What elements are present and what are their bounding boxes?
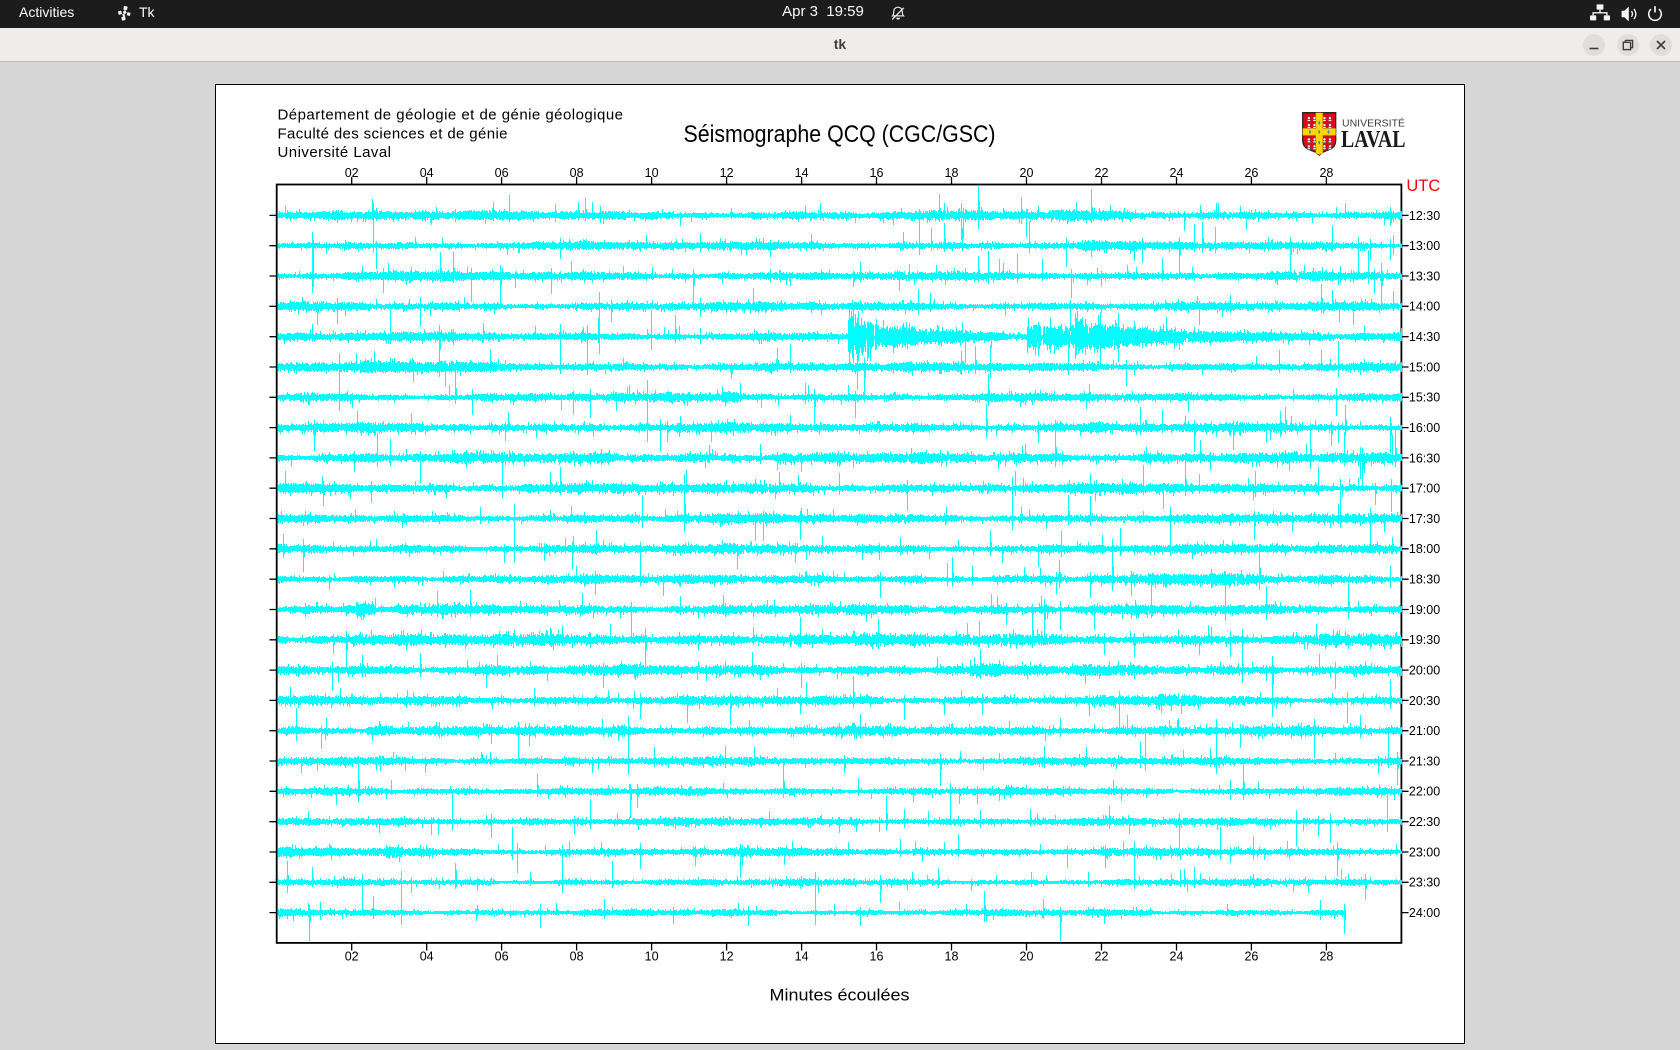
svg-text:28: 28 — [1319, 950, 1333, 964]
svg-text:12: 12 — [720, 950, 734, 964]
svg-text:22:00: 22:00 — [1409, 785, 1440, 799]
svg-text:06: 06 — [495, 166, 509, 180]
svg-text:10: 10 — [645, 950, 659, 964]
svg-text:02: 02 — [345, 950, 359, 964]
svg-text:22:30: 22:30 — [1409, 815, 1440, 829]
svg-text:13:30: 13:30 — [1409, 269, 1440, 283]
svg-text:20: 20 — [1020, 166, 1034, 180]
svg-text:Faculté des sciences et de gén: Faculté des sciences et de génie — [278, 125, 508, 142]
svg-text:18: 18 — [945, 950, 959, 964]
svg-text:16: 16 — [870, 950, 884, 964]
svg-text:28: 28 — [1319, 166, 1333, 180]
svg-text:23:00: 23:00 — [1409, 845, 1440, 859]
svg-text:21:30: 21:30 — [1409, 754, 1440, 768]
svg-text:18:00: 18:00 — [1409, 542, 1440, 556]
svg-text:Séismographe QCQ (CGC/GSC): Séismographe QCQ (CGC/GSC) — [684, 121, 996, 148]
svg-text:14:00: 14:00 — [1409, 300, 1440, 314]
svg-text:16:30: 16:30 — [1409, 451, 1440, 465]
svg-text:20: 20 — [1020, 950, 1034, 964]
svg-text:18:30: 18:30 — [1409, 573, 1440, 587]
svg-text:19:00: 19:00 — [1409, 603, 1440, 617]
svg-text:24: 24 — [1170, 166, 1184, 180]
svg-text:02: 02 — [345, 166, 359, 180]
svg-text:20:30: 20:30 — [1409, 694, 1440, 708]
svg-text:16: 16 — [870, 166, 884, 180]
svg-text:17:00: 17:00 — [1409, 482, 1440, 496]
svg-text:16:00: 16:00 — [1409, 421, 1440, 435]
svg-text:24:00: 24:00 — [1409, 906, 1440, 920]
svg-text:23:30: 23:30 — [1409, 876, 1440, 890]
svg-text:18: 18 — [945, 166, 959, 180]
svg-text:10: 10 — [645, 166, 659, 180]
svg-text:06: 06 — [495, 950, 509, 964]
svg-text:12: 12 — [720, 166, 734, 180]
svg-text:14: 14 — [795, 166, 809, 180]
svg-text:24: 24 — [1170, 950, 1184, 964]
svg-text:17:30: 17:30 — [1409, 512, 1440, 526]
svg-text:12:30: 12:30 — [1409, 209, 1440, 223]
svg-text:Minutes écoulées: Minutes écoulées — [770, 987, 910, 1005]
svg-text:15:00: 15:00 — [1409, 360, 1440, 374]
svg-text:26: 26 — [1244, 166, 1258, 180]
svg-text:19:30: 19:30 — [1409, 633, 1440, 647]
svg-text:13:00: 13:00 — [1409, 239, 1440, 253]
svg-text:21:00: 21:00 — [1409, 724, 1440, 738]
svg-text:14: 14 — [795, 950, 809, 964]
svg-text:22: 22 — [1095, 950, 1109, 964]
svg-text:15:30: 15:30 — [1409, 391, 1440, 405]
svg-text:08: 08 — [570, 950, 584, 964]
svg-text:22: 22 — [1095, 166, 1109, 180]
svg-text:LAVAL: LAVAL — [1341, 127, 1406, 153]
svg-text:Département de géologie et de: Département de géologie et de génie géol… — [278, 107, 624, 124]
svg-text:Université Laval: Université Laval — [278, 144, 392, 161]
svg-text:UTC: UTC — [1406, 177, 1440, 195]
svg-text:20:00: 20:00 — [1409, 664, 1440, 678]
svg-text:26: 26 — [1244, 950, 1258, 964]
svg-text:04: 04 — [420, 950, 434, 964]
svg-text:08: 08 — [570, 166, 584, 180]
svg-text:04: 04 — [420, 166, 434, 180]
svg-text:14:30: 14:30 — [1409, 330, 1440, 344]
